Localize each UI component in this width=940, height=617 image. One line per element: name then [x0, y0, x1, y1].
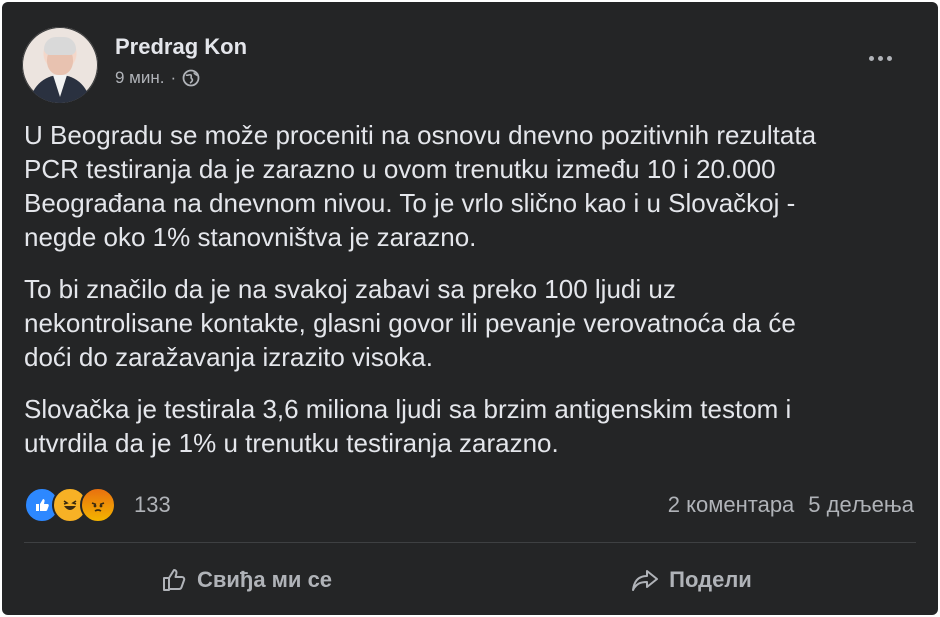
post-paragraph-2: To bi značilo da je na svakoj zabavi sa … — [24, 274, 796, 372]
post-paragraph-3: Slovačka je testirala 3,6 miliona ljudi … — [24, 394, 792, 458]
shares-count[interactable]: 5 дељења — [808, 492, 914, 518]
screenshot-frame: Predrag Kon 9 мин. · U Beogradu se može … — [0, 0, 940, 617]
more-dot — [868, 55, 874, 61]
author-name[interactable]: Predrag Kon — [115, 34, 247, 60]
more-options-icon[interactable] — [862, 40, 898, 76]
reaction-count[interactable]: 133 — [134, 492, 171, 518]
like-button[interactable]: Свиђа ми се — [24, 556, 469, 604]
avatar-hair — [44, 37, 76, 55]
share-button-label: Подели — [669, 567, 752, 592]
reactions-summary[interactable]: 133 — [24, 487, 171, 523]
reactions-row: 133 2 коментара 5 дељења — [24, 485, 914, 525]
post-text: U Beogradu se može proceniti na osnovu d… — [24, 118, 914, 478]
thumbs-up-icon — [161, 567, 187, 593]
post-stats: 2 коментара 5 дељења — [668, 492, 914, 518]
angry-icon — [80, 487, 116, 523]
divider — [24, 542, 916, 543]
post-time[interactable]: 9 мин. — [115, 68, 164, 88]
globe-icon[interactable] — [182, 69, 200, 87]
post-meta: 9 мин. · — [115, 68, 200, 88]
more-dot — [886, 55, 892, 61]
reaction-icons — [24, 487, 116, 523]
facebook-post-card: Predrag Kon 9 мин. · U Beogradu se može … — [2, 2, 938, 615]
comments-count[interactable]: 2 коментара — [668, 492, 795, 518]
share-button[interactable]: Подели — [469, 556, 914, 604]
post-header: Predrag Kon 9 мин. · — [2, 2, 938, 112]
like-button-label: Свиђа ми се — [196, 567, 333, 592]
post-paragraph-1: U Beogradu se može proceniti na osnovu d… — [24, 120, 817, 252]
more-dot — [877, 55, 883, 61]
meta-separator: · — [170, 68, 177, 87]
avatar[interactable] — [22, 27, 98, 103]
share-arrow-icon — [631, 567, 659, 593]
post-actions: Свиђа ми се Подели — [24, 550, 914, 610]
